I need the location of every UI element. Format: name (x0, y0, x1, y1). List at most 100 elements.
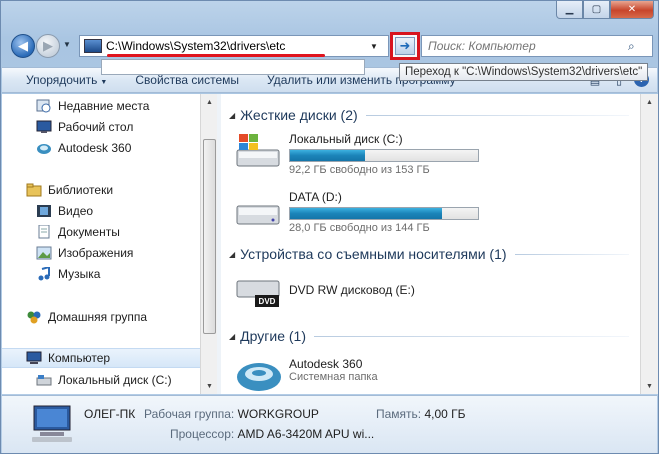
computer-large-icon (32, 405, 72, 442)
sidebar-item-homegroup[interactable]: Домашняя группа (2, 307, 200, 327)
group-title: Устройства со съемными носителями (1) (240, 246, 507, 262)
go-button-highlight: ➜ (390, 32, 420, 60)
red-underline-annotation (107, 54, 325, 57)
collapse-triangle-icon[interactable]: ◢ (229, 250, 235, 259)
drive-item-c[interactable]: Локальный диск (C:) 92,2 ГБ свободно из … (235, 132, 479, 176)
windows-drive-icon (236, 134, 280, 167)
sidebar-item-label: Домашняя группа (48, 310, 148, 324)
close-button[interactable]: ✕ (610, 1, 654, 19)
workgroup-info: Рабочая группа: WORKGROUP (144, 407, 319, 421)
drive-icon (36, 375, 52, 386)
details-pane: ОЛЕГ-ПК Рабочая группа: WORKGROUP Память… (2, 395, 657, 453)
sidebar-item-label: Локальный диск (C:) (58, 373, 172, 387)
drive-free-space: 28,0 ГБ свободно из 144 ГБ (289, 222, 430, 234)
documents-icon (38, 225, 50, 239)
sidebar-item-computer[interactable]: Компьютер (2, 348, 200, 368)
autodesk-360-icon (237, 363, 281, 391)
sidebar-item-autodesk[interactable]: Autodesk 360 (2, 138, 200, 158)
back-button[interactable]: ◀ (11, 34, 35, 58)
collapse-triangle-icon[interactable]: ◢ (229, 111, 235, 120)
drive-usage-fill (290, 150, 366, 161)
maximize-button[interactable]: ▢ (583, 1, 610, 19)
computer-icon (84, 39, 102, 53)
group-header-other[interactable]: ◢ Другие (1) (229, 325, 629, 347)
sidebar-item-label: Видео (58, 204, 94, 218)
search-icon[interactable]: ⌕ (628, 39, 635, 54)
music-icon (38, 267, 50, 281)
drive-usage-bar (289, 207, 479, 220)
sidebar-item-documents[interactable]: Документы (2, 222, 200, 242)
sidebar-item-video[interactable]: Видео (2, 201, 200, 221)
sidebar-item-label: Изображения (58, 246, 134, 260)
dvd-drive-icon: DVD (236, 280, 280, 307)
search-input[interactable] (428, 39, 628, 53)
folder-name: Autodesk 360 (289, 357, 363, 371)
go-arrow-icon: ➜ (399, 38, 411, 53)
group-title: Жесткие диски (2) (240, 107, 358, 123)
pictures-icon (36, 246, 52, 260)
scroll-down-icon[interactable]: ▼ (201, 378, 218, 394)
group-header-hard-drives[interactable]: ◢ Жесткие диски (2) (229, 104, 629, 126)
computer-name: ОЛЕГ-ПК (84, 407, 136, 421)
sidebar-item-local-disk-c[interactable]: Локальный диск (C:) (2, 370, 200, 390)
drive-name: Локальный диск (C:) (289, 132, 403, 146)
scroll-up-icon[interactable]: ▲ (201, 94, 218, 110)
sidebar-item-label: Рабочий стол (58, 120, 134, 134)
sidebar-item-music[interactable]: Музыка (2, 264, 200, 284)
drive-usage-bar (289, 149, 479, 162)
cpu-info: Процессор: AMD A6-3420M APU wi... (170, 427, 375, 441)
caption-buttons: ▁ ▢ ✕ (556, 1, 654, 19)
navigation-pane-scrollbar[interactable]: ▲ ▼ (200, 94, 217, 394)
address-autocomplete-dropdown (101, 59, 365, 75)
explorer-window: ▁ ▢ ✕ ◀ ▶ ▼ ▼ ➜ ⌕ Упорядочить▼ Свойства … (0, 0, 659, 454)
scroll-down-icon[interactable]: ▼ (641, 378, 658, 394)
sidebar-item-libraries[interactable]: Библиотеки (2, 180, 200, 200)
organize-button[interactable]: Упорядочить ▼ (26, 73, 107, 87)
sidebar-item-label: Документы (58, 225, 120, 239)
drive-item-dvd[interactable]: DVD DVD RW дисковод (E:) (235, 271, 415, 311)
address-dropdown-icon[interactable]: ▼ (370, 42, 378, 51)
group-title: Другие (1) (240, 328, 306, 344)
system-properties-button[interactable]: Свойства системы (135, 73, 239, 87)
address-input[interactable] (106, 39, 368, 53)
collapse-triangle-icon[interactable]: ◢ (229, 332, 235, 341)
hard-drive-icon (236, 205, 280, 225)
scroll-up-icon[interactable]: ▲ (641, 94, 658, 110)
group-divider (365, 114, 629, 116)
sidebar-item-recent-places[interactable]: Недавние места (2, 96, 200, 116)
scrollbar-thumb[interactable] (203, 139, 216, 334)
back-arrow-icon: ◀ (18, 38, 28, 53)
sidebar-item-desktop[interactable]: Рабочий стол (2, 117, 200, 137)
forward-arrow-icon: ▶ (43, 38, 53, 53)
content-pane: ◢ Жесткие диски (2) Локальный диск (C:) … (221, 94, 640, 394)
folder-item-autodesk[interactable]: Autodesk 360 Системная папка (235, 353, 378, 393)
history-dropdown[interactable]: ▼ (63, 40, 71, 49)
navigation-bar: ◀ ▶ ▼ ▼ ➜ ⌕ (9, 32, 653, 60)
forward-button[interactable]: ▶ (36, 34, 60, 58)
recent-places-icon (36, 99, 51, 113)
drive-usage-fill (290, 208, 443, 219)
sidebar-item-label: Музыка (58, 267, 101, 281)
sidebar-item-pictures[interactable]: Изображения (2, 243, 200, 263)
go-button-tooltip: Переход к "C:\Windows\System32\drivers\e… (399, 63, 649, 81)
dvd-badge: DVD (259, 297, 276, 306)
computer-icon (26, 351, 42, 364)
sidebar-item-label: Autodesk 360 (58, 141, 132, 155)
memory-info: Память: 4,00 ГБ (376, 407, 466, 421)
drive-name: DVD RW дисковод (E:) (289, 283, 415, 297)
libraries-icon (26, 183, 42, 197)
organize-label: Упорядочить (26, 73, 98, 87)
drive-free-space: 92,2 ГБ свободно из 153 ГБ (289, 164, 430, 176)
drive-item-d[interactable]: DATA (D:) 28,0 ГБ свободно из 144 ГБ (235, 190, 479, 234)
group-header-removable[interactable]: ◢ Устройства со съемными носителями (1) (229, 243, 629, 265)
homegroup-icon (27, 311, 41, 324)
sidebar-item-label: Библиотеки (48, 183, 114, 197)
search-box[interactable]: ⌕ (421, 35, 653, 57)
chevron-down-icon: ▼ (100, 79, 108, 86)
content-pane-scrollbar[interactable]: ▲ ▼ (640, 94, 658, 394)
go-button[interactable]: ➜ (395, 37, 415, 55)
sidebar-item-label: Недавние места (58, 99, 150, 113)
minimize-button[interactable]: ▁ (556, 1, 583, 19)
navigation-pane: Недавние места Рабочий стол Autodesk 360… (2, 94, 200, 394)
video-icon (37, 205, 51, 217)
